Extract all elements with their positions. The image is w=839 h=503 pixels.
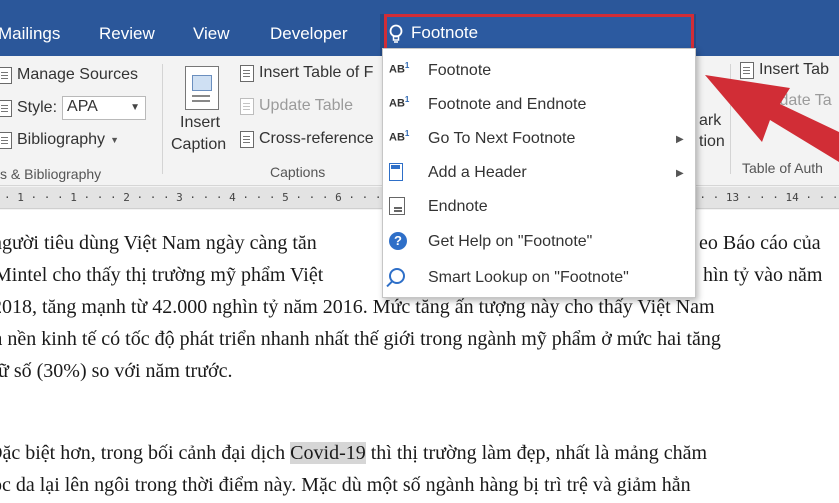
menu-item-footnote-and-endnote[interactable]: AB1 Footnote and Endnote	[383, 88, 695, 122]
chevron-down-icon: ▼	[110, 135, 119, 145]
table-of-authorities-icon	[740, 61, 754, 79]
menu-item-footnote[interactable]: AB1 Footnote	[383, 54, 695, 88]
document-line: Mintel cho thấy thị trường mỹ phẩm Việt	[0, 264, 324, 286]
table-of-figures-icon	[240, 64, 254, 82]
update-table-button[interactable]: Update Table	[240, 97, 353, 115]
bibliography-icon	[0, 131, 12, 149]
group-separator	[162, 64, 163, 174]
cross-reference-icon	[240, 130, 254, 148]
menu-item-endnote[interactable]: Endnote	[383, 190, 695, 224]
smart-lookup-icon	[389, 268, 413, 288]
document-line: là nền kinh tế có tốc độ phát triển nhan…	[0, 328, 721, 350]
insert-caption-label-1[interactable]: Insert	[180, 114, 220, 132]
style-select[interactable]: APA ▼	[62, 96, 147, 120]
manage-sources-button[interactable]: Manage Sources	[0, 66, 138, 84]
document-line: óc da lại lên ngôi trong thời điểm này. …	[0, 474, 691, 496]
bibliography-button[interactable]: Bibliography ▼	[0, 131, 119, 149]
group-separator	[730, 64, 731, 174]
menu-item-go-to-next-footnote[interactable]: AB1 Go To Next Footnote ▶	[383, 122, 695, 156]
tab-review[interactable]: Review	[99, 24, 155, 44]
update-table-icon	[240, 97, 254, 115]
document-line-tail: eo Báo cáo của	[699, 232, 821, 254]
insert-table-of-figures-button[interactable]: Insert Table of F	[240, 64, 373, 82]
lightbulb-icon	[389, 24, 403, 43]
captions-group-label: Captions	[270, 164, 326, 180]
next-footnote-icon: AB1	[389, 129, 410, 144]
tab-mailings[interactable]: Mailings	[0, 24, 60, 44]
highlighted-text: Covid-19	[290, 442, 366, 464]
document-line: người tiêu dùng Việt Nam ngày càng tăn	[0, 232, 317, 254]
document-line: 2018, tăng mạnh từ 42.000 nghìn tỷ năm 2…	[0, 296, 715, 318]
mark-entry-label-2[interactable]: tion	[699, 133, 725, 151]
menu-item-add-a-header[interactable]: Add a Header ▶	[383, 156, 695, 190]
tab-developer[interactable]: Developer	[270, 24, 348, 44]
chevron-right-icon: ▶	[676, 133, 684, 145]
document-line: hữ số (30%) so với năm trước.	[0, 360, 233, 382]
authorities-group-label: Table of Auth	[742, 160, 823, 176]
footnote-endnote-icon: AB1	[389, 95, 410, 110]
add-header-icon	[389, 163, 413, 183]
document-line-tail: hìn tỷ vào năm	[703, 264, 823, 286]
insert-caption-icon	[185, 66, 219, 110]
update-authorities-icon	[740, 92, 754, 110]
document-line: Đặc biệt hơn, trong bối cảnh đại dịch Co…	[0, 442, 708, 464]
search-input[interactable]: Footnote	[411, 23, 478, 43]
menu-item-smart-lookup[interactable]: Smart Lookup on "Footnote"	[383, 261, 695, 295]
chevron-right-icon: ▶	[676, 167, 684, 179]
citations-group-label: s & Bibliography	[0, 166, 102, 182]
style-icon	[0, 99, 12, 117]
tab-view[interactable]: View	[193, 24, 230, 44]
search-results-dropdown: AB1 Footnote AB1 Footnote and Endnote AB…	[382, 48, 696, 298]
endnote-icon	[389, 197, 413, 217]
manage-sources-icon	[0, 66, 12, 84]
chevron-down-icon: ▼	[130, 102, 141, 113]
menu-item-get-help[interactable]: ? Get Help on "Footnote"	[383, 225, 695, 259]
style-control[interactable]: Style: APA ▼	[0, 96, 147, 120]
help-icon: ?	[389, 232, 413, 252]
insert-table-of-authorities-button[interactable]: Insert Tab	[740, 61, 829, 79]
update-authorities-button[interactable]: Update Ta	[740, 92, 832, 110]
mark-entry-label-1[interactable]: ark	[699, 112, 721, 130]
cross-reference-button[interactable]: Cross-reference	[240, 130, 374, 148]
insert-caption-label-2[interactable]: Caption	[171, 136, 226, 154]
footnote-icon: AB1	[389, 61, 410, 76]
